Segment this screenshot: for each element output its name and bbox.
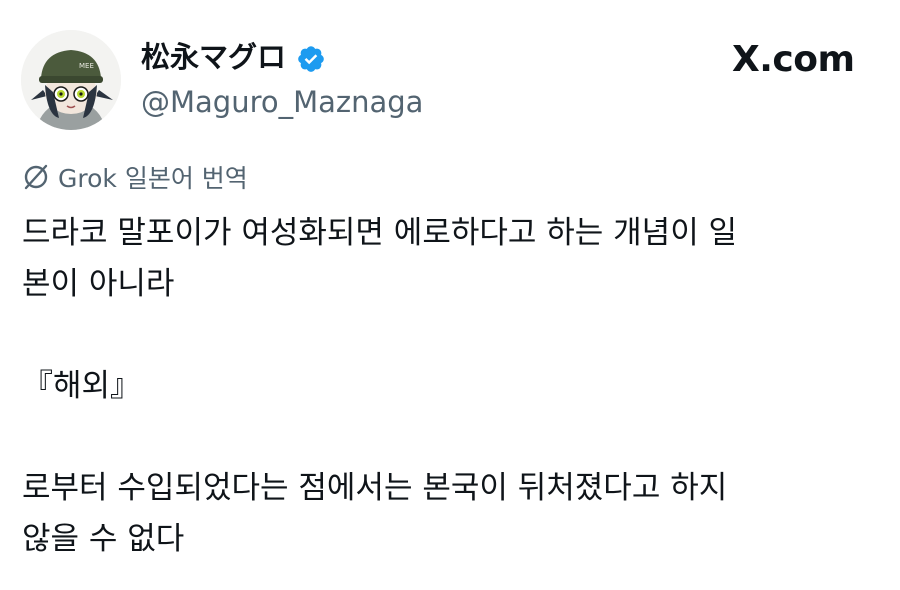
post-body: 드라코 말포이가 여성화되면 에로하다고 하는 개념이 일 본이 아니라 『해외… <box>22 208 882 565</box>
display-name[interactable]: 松永マグロ <box>141 39 286 75</box>
post-line: 『해외』 <box>22 368 142 404</box>
svg-text:MEE: MEE <box>79 62 94 70</box>
post-line <box>22 310 882 361</box>
post-line <box>22 412 882 463</box>
post-line: 드라코 말포이가 여성화되면 에로하다고 하는 개념이 일 <box>22 215 738 251</box>
post-line: 않을 수 없다 <box>22 521 185 557</box>
translation-row[interactable]: Grok 일본어 번역 <box>22 160 248 194</box>
grok-icon <box>24 164 48 190</box>
post-line: 로부터 수입되었다는 점에서는 본국이 뒤처졌다고 하지 <box>22 470 728 506</box>
handle[interactable]: @Maguro_Maznaga <box>141 84 423 120</box>
avatar-illustration: MEE <box>21 30 121 130</box>
avatar[interactable]: MEE <box>21 30 121 130</box>
translation-label: Grok 일본어 번역 <box>58 164 248 193</box>
post-line: 본이 아니라 <box>22 266 175 302</box>
verified-badge-icon <box>298 46 324 72</box>
site-label: X.com <box>732 39 855 80</box>
